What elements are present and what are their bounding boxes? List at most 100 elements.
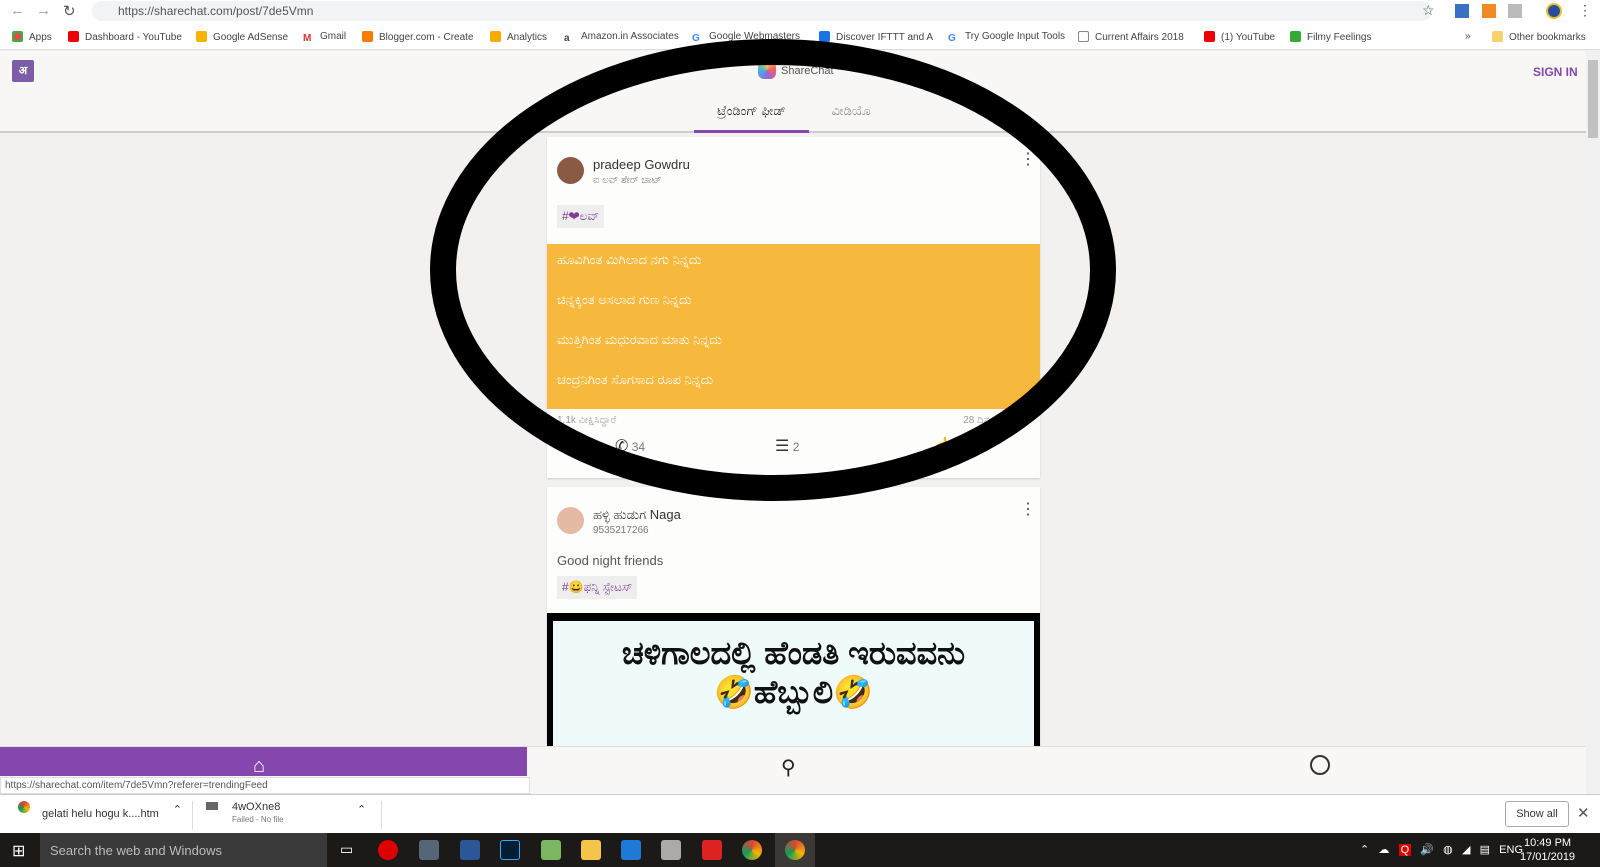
bookmark-apps[interactable]: Apps <box>12 31 52 43</box>
author-subtitle: ಐ ಲವ್ ಶೇರ್ ಚಾಟ್ <box>593 175 662 186</box>
bookmark[interactable]: a Amazon.in Associates <box>564 31 679 44</box>
author-name[interactable]: ಹಳ್ಳಿ ಹುಡುಗ Naga <box>593 507 681 523</box>
network-icon[interactable]: ◍ <box>1443 844 1453 856</box>
avatar[interactable] <box>557 157 584 184</box>
search-icon[interactable]: ⚲ <box>781 755 796 780</box>
bookmark[interactable]: (1) YouTube <box>1204 31 1275 43</box>
other-bookmarks[interactable]: Other bookmarks <box>1492 31 1586 43</box>
like-hand-icon[interactable]: ☝ <box>932 436 952 456</box>
word-icon[interactable] <box>460 840 480 860</box>
app-header: अ ShareChat ಟ್ರೆಂಡಿಂಗ್ ಫೀಡ್ ವೀಡಿಯೊ SIGN … <box>0 51 1586 133</box>
windows-start-icon[interactable]: ⊞ <box>12 841 25 861</box>
scrollbar-thumb[interactable] <box>1588 60 1598 138</box>
profile-icon[interactable] <box>1310 755 1330 775</box>
more-options-icon[interactable]: ⋮ <box>1020 152 1036 168</box>
view-count: 1.1k ವೀಕ್ಷಿಸಿದ್ದಾರೆ <box>557 415 617 426</box>
bookmark[interactable]: G Google Webmasters <box>692 31 800 44</box>
notifications-icon[interactable]: ▤ <box>1480 844 1490 856</box>
browser-toolbar: ← → ↻ https://sharechat.com/post/7de5Vmn… <box>0 0 1600 24</box>
url-text: https://sharechat.com/post/7de5Vmn <box>118 4 314 18</box>
system-tray[interactable]: ⌃ ☁ Q 🔊 ◍ ◢ ▤ ENG <box>1360 843 1523 856</box>
photoshop-icon[interactable] <box>500 840 520 860</box>
post-card[interactable]: ಹಳ್ಳಿ ಹುಡುಗ Naga 9535217266 ⋮ Good night… <box>547 487 1040 757</box>
extension-icon[interactable] <box>1482 4 1496 18</box>
menu-icon[interactable]: ⋮ <box>1578 2 1592 19</box>
scrollbar[interactable] <box>1586 51 1600 794</box>
notepad-icon[interactable] <box>541 840 561 860</box>
more-bookmarks[interactable]: » <box>1465 31 1471 42</box>
comment-icon: ☰ <box>775 438 790 455</box>
remote-desktop-icon[interactable] <box>419 840 439 860</box>
reload-icon[interactable]: ↻ <box>63 2 76 20</box>
bookmark[interactable]: Current Affairs 2018 <box>1078 31 1184 43</box>
translate-icon[interactable]: अ <box>12 60 34 82</box>
sharechat-logo[interactable]: ShareChat <box>758 61 834 79</box>
app-icon[interactable] <box>702 840 722 860</box>
chrome-icon <box>18 801 30 813</box>
post-line: ಚಿನ್ನಕ್ಕಿಂತ ಅಸಲಾದ ಗುಣ ನಿನ್ನದು <box>557 292 692 307</box>
clock[interactable]: 10:49 PM 17/01/2019 <box>1520 836 1575 864</box>
file-icon <box>206 802 218 810</box>
close-icon[interactable]: ✕ <box>1577 804 1590 822</box>
onedrive-icon[interactable]: ☁ <box>1378 844 1389 856</box>
bookmark[interactable]: M Gmail <box>303 31 346 44</box>
post-line: ಹೂವಿಗಿಂತ ಮಿಗಿಲಾದ ನಗು ನಿನ್ನದು <box>557 252 702 267</box>
downloads-bar: gelati helu hogu k....htm ⌃ 4wOXne8 Failed… <box>0 794 1600 833</box>
author-subtitle: 9535217266 <box>593 525 649 536</box>
profile-avatar[interactable] <box>1546 3 1562 19</box>
forward-icon[interactable]: → <box>36 2 51 19</box>
bookmark[interactable]: Blogger.com - Create <box>362 31 474 43</box>
comment-button[interactable]: ☰ 2 <box>775 436 799 456</box>
show-all-button[interactable]: Show all <box>1505 801 1569 827</box>
image-text: 🤣ಹೆಬ್ಬುಲಿ🤣 <box>713 674 874 710</box>
taskbar-search[interactable]: Search the web and Windows <box>40 833 327 867</box>
sign-in-button[interactable]: SIGN IN <box>1533 65 1578 79</box>
bookmarks-bar: Apps Dashboard - YouTube Google AdSense … <box>0 24 1600 50</box>
nav-home[interactable]: ⌂ <box>0 747 527 777</box>
chevron-up-icon[interactable]: ⌃ <box>357 803 366 816</box>
download-item[interactable]: 4wOXne8 Failed - No file <box>206 801 284 825</box>
tab-trending-feed[interactable]: ಟ್ರೆಂಡಿಂಗ್ ಫೀಡ್ <box>694 103 809 133</box>
download-item[interactable]: gelati helu hogu k....htm ⌃ <box>18 801 182 820</box>
author-name[interactable]: pradeep Gowdru <box>593 157 690 172</box>
post-card[interactable]: pradeep Gowdru ಐ ಲವ್ ಶೇರ್ ಚಾಟ್ ⋮ #❤ಲವ್ ಹ… <box>547 137 1040 478</box>
hashtag[interactable]: #😀ಫನ್ನಿ ಸ್ಟೇಟಸ್ <box>557 576 638 599</box>
opera-icon[interactable] <box>378 840 398 860</box>
wifi-icon[interactable]: ◢ <box>1462 844 1470 856</box>
chevron-up-icon[interactable]: ⌃ <box>1360 844 1369 856</box>
whatsapp-icon: ✆ <box>615 438 629 455</box>
bookmark[interactable]: Dashboard - YouTube <box>68 31 182 43</box>
sharechat-logo-icon <box>758 61 776 79</box>
post-image[interactable]: ಚಳಿಗಾಲದಲ್ಲಿ ಹೆಂಡತಿ ಇರುವವನು 🤣ಹೆಬ್ಬುಲಿ🤣 <box>547 613 1040 757</box>
post-time: 28 ದಿನಗಳ <box>963 415 1000 426</box>
tab-video[interactable]: ವೀಡಿಯೊ <box>815 103 887 133</box>
extension-icon[interactable] <box>1455 4 1469 18</box>
address-bar[interactable]: https://sharechat.com/post/7de5Vmn <box>92 1 1432 21</box>
file-explorer-icon[interactable] <box>581 840 601 860</box>
app-tray-icon[interactable]: Q <box>1398 844 1412 856</box>
text-post-body: ಹೂವಿಗಿಂತ ಮಿಗಿಲಾದ ನಗು ನಿನ್ನದು ಚಿನ್ನಕ್ಕಿಂತ… <box>547 244 1040 409</box>
bookmark[interactable]: G Try Google Input Tools <box>948 31 1065 44</box>
hashtag[interactable]: #❤ಲವ್ <box>557 205 604 228</box>
task-view-icon[interactable]: ▭ <box>340 841 353 858</box>
volume-icon[interactable]: 🔊 <box>1420 844 1434 856</box>
post-caption: Good night friends <box>557 553 664 568</box>
chrome-icon[interactable] <box>742 840 762 860</box>
back-icon[interactable]: ← <box>10 2 25 19</box>
bookmark[interactable]: Discover IFTTT and A <box>819 31 933 43</box>
post-line: ಚಂದ್ರನಿಗಿಂತ ಸೊಗಸಾದ ರೂಪ ನಿನ್ನದು <box>557 372 714 387</box>
windows-taskbar: ⊞ Search the web and Windows ▭ ⌃ ☁ Q 🔊 ◍… <box>0 833 1600 867</box>
more-options-icon[interactable]: ⋮ <box>1020 502 1036 518</box>
whatsapp-share-button[interactable]: ✆ 34 <box>615 436 645 456</box>
image-text: ಚಳಿಗಾಲದಲ್ಲಿ ಹೆಂಡತಿ ಇರುವವನು <box>621 635 966 671</box>
extension-icon[interactable] <box>1508 4 1522 18</box>
chrome-icon[interactable] <box>785 840 805 860</box>
avatar[interactable] <box>557 507 584 534</box>
camera-icon[interactable] <box>661 840 681 860</box>
bookmark[interactable]: Filmy Feelings <box>1290 31 1371 43</box>
bookmark[interactable]: Analytics <box>490 31 547 43</box>
bookmark[interactable]: Google AdSense <box>196 31 288 43</box>
bookmark-star-icon[interactable]: ☆ <box>1422 2 1435 19</box>
chevron-up-icon[interactable]: ⌃ <box>173 804 182 816</box>
app-icon[interactable] <box>621 840 641 860</box>
